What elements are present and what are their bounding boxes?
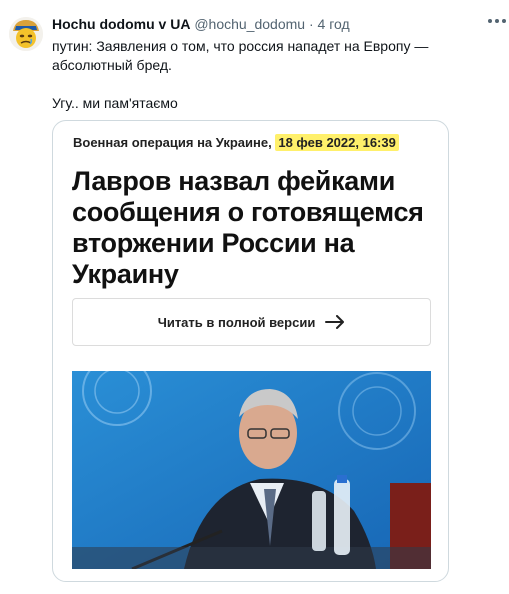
read-button-label: Читать в полной версии [157, 314, 316, 330]
article-photo [72, 371, 431, 569]
more-options-icon[interactable] [488, 14, 506, 28]
tweet-header: Hochu dodomu v UA @hochu_dodomu · 4 год [52, 16, 350, 32]
avatar[interactable] [9, 17, 43, 51]
article-rubric: Военная операция на Украине, 18 фев 2022… [73, 134, 399, 151]
author-name[interactable]: Hochu dodomu v UA [52, 16, 190, 32]
tweet-text: путин: Заявления о том, что россия напад… [52, 37, 504, 113]
header-separator: · [308, 16, 314, 32]
tweet-time[interactable]: 4 год [318, 16, 350, 32]
embedded-image-card[interactable]: Военная операция на Украине, 18 фев 2022… [52, 120, 449, 582]
avatar-icon [9, 17, 43, 51]
arrow-right-icon [325, 315, 345, 329]
rubric-label: Военная операция на Украине [73, 135, 269, 150]
tweet-text-quote: путин: Заявления о том, что россия напад… [52, 38, 429, 73]
article-date: 18 фев 2022, 16:39 [275, 134, 399, 151]
article-headline: Лавров назвал фейками сообщения о готовя… [72, 166, 424, 289]
tweet-text-comment: Угу.. ми пам'ятаємо [52, 95, 178, 111]
read-full-version-button: Читать в полной версии [72, 298, 431, 346]
author-handle[interactable]: @hochu_dodomu [194, 16, 305, 32]
portrait-photo-icon [72, 371, 431, 569]
